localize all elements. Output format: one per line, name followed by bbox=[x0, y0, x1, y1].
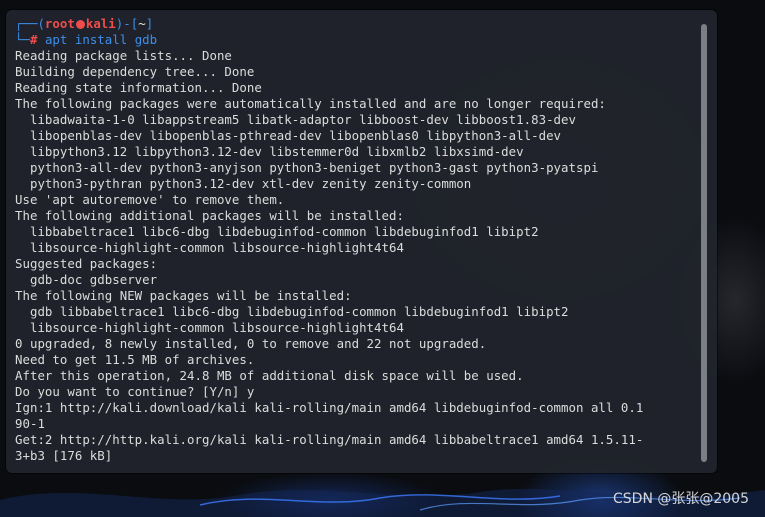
output-line: 90-1 bbox=[15, 416, 45, 431]
output-line: The following NEW packages will be insta… bbox=[15, 288, 352, 303]
prompt-bracket-mid: )-[ bbox=[115, 16, 139, 31]
prompt-bracket-close: ] bbox=[145, 16, 154, 31]
command-text: apt install gdb bbox=[44, 32, 158, 47]
terminal-output: ┌──(root kali)-[~] └─# apt install gdb Re… bbox=[15, 16, 697, 464]
terminal-window[interactable]: ┌──(root kali)-[~] └─# apt install gdb Re… bbox=[6, 10, 717, 473]
output-line: Use 'apt autoremove' to remove them. bbox=[15, 192, 285, 207]
prompt-host: kali bbox=[85, 16, 116, 31]
terminal-scrollbar[interactable] bbox=[701, 24, 707, 462]
prompt-bracket-open: ┌──( bbox=[15, 16, 45, 31]
output-line: python3-pythran python3.12-dev xtl-dev z… bbox=[15, 176, 472, 191]
prompt-path: ~ bbox=[138, 16, 146, 31]
prompt-line-2: └─# apt install gdb bbox=[15, 32, 697, 48]
output-line: 3+b3 [176 kB] bbox=[15, 448, 113, 463]
csdn-watermark: CSDN @张张@2005 bbox=[613, 491, 749, 507]
output-line: libsource-highlight-common libsource-hig… bbox=[15, 240, 404, 255]
prompt-user: root bbox=[44, 16, 75, 31]
output-line: python3-all-dev python3-anyjson python3-… bbox=[15, 160, 599, 175]
output-line: libsource-highlight-common libsource-hig… bbox=[15, 320, 404, 335]
output-line: libopenblas-dev libopenblas-pthread-dev … bbox=[15, 128, 562, 143]
output-line: Reading package lists... Done bbox=[15, 48, 232, 63]
output-line: gdb-doc gdbserver bbox=[15, 272, 158, 287]
prompt-hash: # bbox=[29, 32, 38, 47]
output-line: Do you want to continue? [Y/n] y bbox=[15, 384, 255, 399]
kali-skull-icon bbox=[75, 20, 85, 29]
prompt-corner: └─ bbox=[15, 32, 30, 47]
output-line: libbabeltrace1 libc6-dbg libdebuginfod-c… bbox=[15, 224, 539, 239]
output-line: libpython3.12 libpython3.12-dev libstemm… bbox=[15, 144, 524, 159]
prompt-line-1: ┌──(root kali)-[~] bbox=[15, 16, 697, 32]
output-line: After this operation, 24.8 MB of additio… bbox=[15, 368, 524, 383]
output-line: The following packages were automaticall… bbox=[15, 96, 606, 111]
output-line: Building dependency tree... Done bbox=[15, 64, 255, 79]
output-line: gdb libbabeltrace1 libc6-dbg libdebuginf… bbox=[15, 304, 569, 319]
output-lines: Reading package lists... Done Building de… bbox=[15, 48, 697, 464]
output-line: Reading state information... Done bbox=[15, 80, 262, 95]
output-line: 0 upgraded, 8 newly installed, 0 to remo… bbox=[15, 336, 487, 351]
output-line: Suggested packages: bbox=[15, 256, 158, 271]
output-line: Get:2 http://http.kali.org/kali kali-rol… bbox=[15, 432, 644, 447]
output-line: The following additional packages will b… bbox=[15, 208, 404, 223]
scrollbar-thumb[interactable] bbox=[701, 24, 707, 462]
output-line: Need to get 11.5 MB of archives. bbox=[15, 352, 255, 367]
output-line: Ign:1 http://kali.download/kali kali-rol… bbox=[15, 400, 644, 415]
output-line: libadwaita-1-0 libappstream5 libatk-adap… bbox=[15, 112, 576, 127]
